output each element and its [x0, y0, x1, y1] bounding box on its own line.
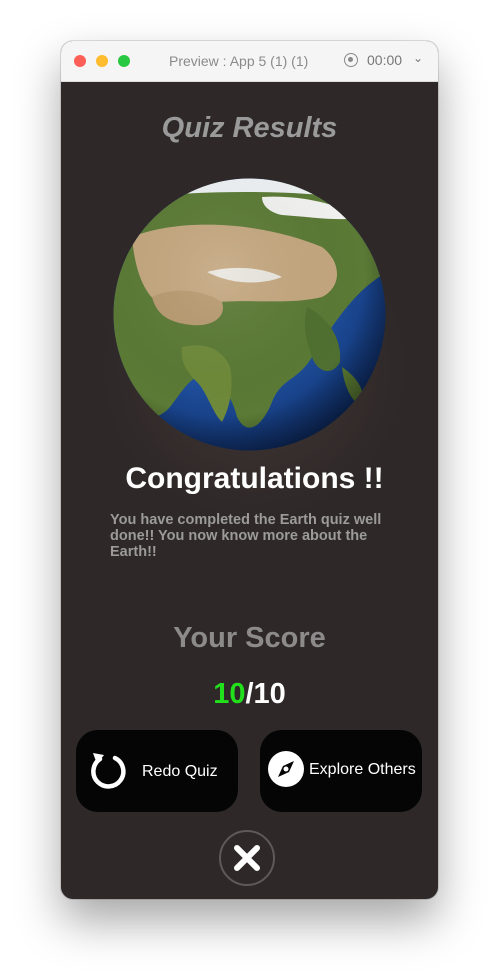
timer-readout: 00:00: [367, 52, 403, 68]
record-icon[interactable]: [344, 53, 358, 67]
completion-message: You have completed the Earth quiz well d…: [110, 512, 382, 560]
explore-others-label: Explore Others: [309, 761, 416, 778]
close-button[interactable]: [219, 830, 275, 886]
chevron-down-icon[interactable]: ⌄: [413, 51, 423, 65]
compass-icon: [268, 751, 304, 787]
earth-globe-image: [113, 178, 386, 451]
window-title: Preview : App 5 (1) (1): [169, 53, 309, 69]
score-correct: 10: [213, 678, 246, 710]
score-total: /10: [245, 678, 286, 710]
redo-quiz-button[interactable]: Redo Quiz: [76, 730, 238, 812]
close-x-icon: [234, 845, 260, 871]
redo-arrow-icon: [91, 753, 126, 789]
title-bar: Preview : App 5 (1) (1) 00:00 ⌄: [61, 41, 438, 82]
close-window-button[interactable]: [74, 55, 86, 67]
page-title: Quiz Results: [161, 112, 338, 144]
preview-window: Preview : App 5 (1) (1) 00:00 ⌄ Quiz Res…: [61, 41, 438, 899]
minimize-window-button[interactable]: [96, 55, 108, 67]
score-heading: Your Score: [173, 622, 326, 654]
congratulations-heading: Congratulations !!: [125, 462, 384, 495]
zoom-window-button[interactable]: [118, 55, 130, 67]
redo-quiz-label: Redo Quiz: [142, 763, 218, 780]
explore-others-button[interactable]: Explore Others: [260, 730, 422, 812]
score-display: 10/10: [61, 678, 438, 711]
quiz-results-screen: Quiz Results Congratulations !! You have…: [61, 82, 438, 899]
